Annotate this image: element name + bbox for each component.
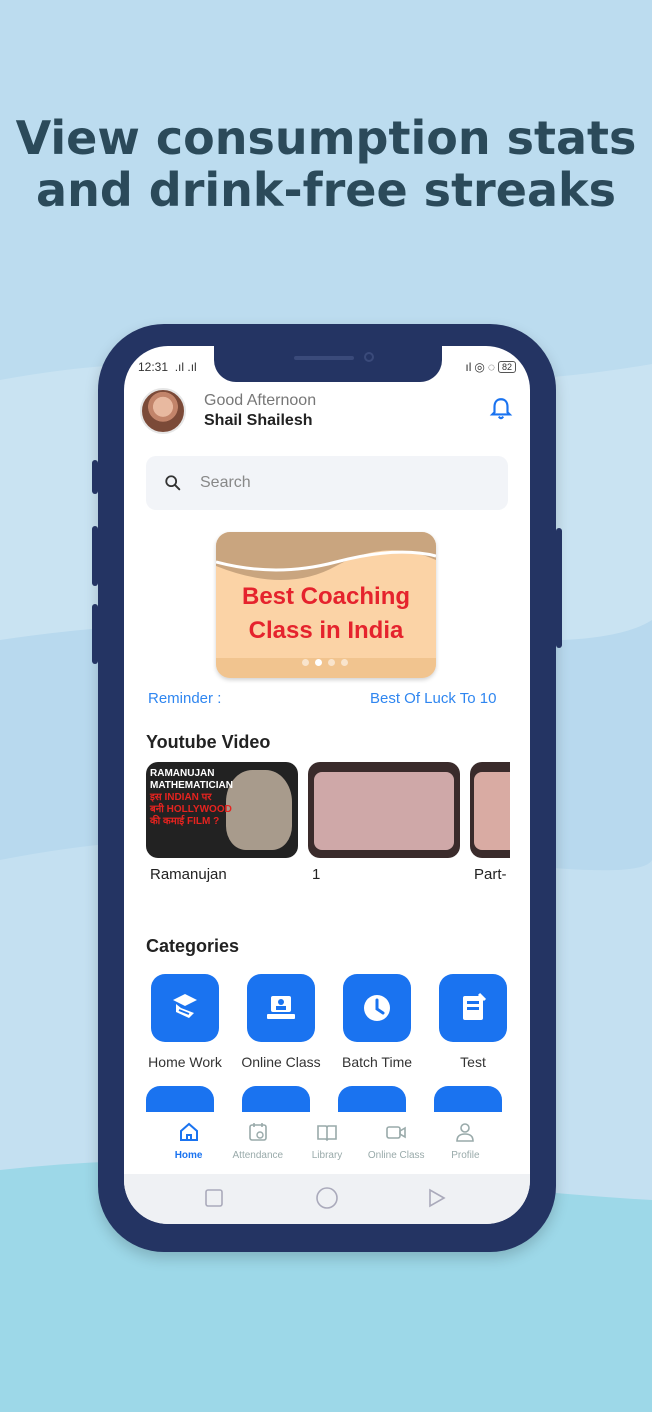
phone-side-button <box>92 460 98 494</box>
phone-notch <box>214 346 442 382</box>
headline: View consumption stats and drink-free st… <box>0 112 652 216</box>
video-thumbnail-part[interactable] <box>470 762 510 858</box>
wifi-icon: ◎ <box>474 360 485 374</box>
video-title[interactable]: Part- <box>474 866 507 883</box>
carousel-dots <box>302 659 348 666</box>
category-batch-time[interactable]: Batch Time <box>334 974 420 1070</box>
video-title[interactable]: Ramanujan <box>150 866 227 883</box>
banner-text: Best Coaching Class in India <box>216 580 436 648</box>
home-icon <box>179 1122 198 1141</box>
nav-home[interactable]: Home <box>154 1112 223 1174</box>
notch-speaker <box>294 356 354 360</box>
category-home-work[interactable]: Home Work <box>142 974 228 1070</box>
avatar[interactable] <box>140 388 186 434</box>
back-icon[interactable] <box>429 1188 446 1208</box>
video-frame <box>314 772 454 850</box>
category-test[interactable]: Test <box>430 974 516 1070</box>
banner-line-1: Best Coaching <box>241 583 411 610</box>
category-online-class[interactable]: Online Class <box>238 974 324 1070</box>
category-icon-box <box>151 974 219 1042</box>
carousel-dot[interactable] <box>328 659 335 666</box>
nav-library[interactable]: Library <box>292 1112 361 1174</box>
poster-line: MATHEMATICIAN <box>150 780 233 791</box>
category-label: Home Work <box>148 1054 222 1070</box>
promo-banner[interactable]: Best Coaching Class in India <box>216 532 436 678</box>
phone-power-button <box>556 528 562 648</box>
home-button-icon[interactable] <box>316 1187 338 1209</box>
search-input[interactable]: Search <box>200 474 251 492</box>
battery-icon: 82 <box>497 361 516 373</box>
category-label: Batch Time <box>341 1054 413 1070</box>
nav-label: Attendance <box>232 1150 284 1161</box>
category-icon-box <box>247 974 315 1042</box>
nav-label: Home <box>174 1150 203 1161</box>
network-icon: ıl <box>465 360 472 374</box>
status-icons: ıl ◎ ◌ 82 <box>465 360 516 374</box>
category-icon-box <box>343 974 411 1042</box>
greeting-text: Good Afternoon <box>204 392 317 409</box>
calendar-icon <box>248 1123 267 1141</box>
nav-label: Online Class <box>367 1150 425 1161</box>
reminder-label: Reminder : <box>148 690 222 707</box>
category-label: Online Class <box>241 1054 321 1070</box>
bottom-nav: Home Attendance Library Online Class Pro… <box>124 1112 530 1174</box>
video-title[interactable]: 1 <box>312 866 320 883</box>
status-time: 12:31 .ıl .ıl <box>138 360 197 374</box>
nav-online-class[interactable]: Online Class <box>362 1112 431 1174</box>
status-time-text: 12:31 <box>138 360 169 374</box>
video-thumbnail-ramanujan[interactable]: RAMANUJAN MATHEMATICIAN इस INDIAN पर बनी… <box>146 762 298 858</box>
reminder-marquee: Best Of Luck To 10 <box>370 690 497 707</box>
nav-label: Library <box>311 1150 343 1161</box>
phone-volume-up <box>92 526 98 586</box>
headline-line-1: View consumption stats <box>15 111 637 165</box>
video-camera-icon <box>386 1126 407 1139</box>
poster-text: RAMANUJAN MATHEMATICIAN इस INDIAN पर बनी… <box>150 768 236 828</box>
poster-line: RAMANUJAN <box>150 768 215 779</box>
homework-icon <box>173 994 197 1018</box>
recent-apps-icon[interactable] <box>205 1189 223 1207</box>
headline-line-2: and drink-free streaks <box>36 163 616 217</box>
alarm-icon: ◌ <box>487 360 495 374</box>
poster-line: बनी HOLLYWOOD <box>150 804 232 815</box>
search-icon <box>165 475 181 491</box>
signal-icon: .ıl .ıl <box>171 360 197 374</box>
banner-line-2: Class in India <box>248 617 404 644</box>
carousel-dot-active[interactable] <box>315 659 322 666</box>
youtube-video-list: RAMANUJAN MATHEMATICIAN इस INDIAN पर बनी… <box>144 762 510 902</box>
nav-profile[interactable]: Profile <box>431 1112 500 1174</box>
carousel-dot[interactable] <box>302 659 309 666</box>
user-name: Shail Shailesh <box>204 412 313 429</box>
categories-section-title: Categories <box>146 936 240 956</box>
phone-mockup: 12:31 .ıl .ıl ıl ◎ ◌ 82 Good Afternoon S… <box>92 324 562 1252</box>
nav-attendance[interactable]: Attendance <box>223 1112 292 1174</box>
app-screen: 12:31 .ıl .ıl ıl ◎ ◌ 82 Good Afternoon S… <box>124 346 530 1224</box>
clock-icon <box>364 995 390 1021</box>
test-icon <box>463 992 487 1020</box>
search-bar[interactable]: Search <box>146 456 508 510</box>
nav-label: Profile <box>451 1150 480 1161</box>
category-icon-box <box>439 974 507 1042</box>
system-navigation-bar <box>124 1174 530 1224</box>
poster-line: की कमाई FILM ? <box>150 816 220 827</box>
poster-line: इस INDIAN पर <box>150 792 212 803</box>
laptop-icon <box>267 996 295 1019</box>
phone-volume-down <box>92 604 98 664</box>
video-frame <box>474 772 510 850</box>
category-label: Test <box>460 1054 486 1070</box>
bell-icon[interactable] <box>488 396 514 422</box>
notch-camera <box>364 352 374 362</box>
video-thumbnail-1[interactable] <box>308 762 460 858</box>
book-icon <box>317 1125 337 1142</box>
youtube-section-title: Youtube Video <box>146 732 271 752</box>
profile-icon <box>456 1123 475 1142</box>
carousel-dot[interactable] <box>341 659 348 666</box>
